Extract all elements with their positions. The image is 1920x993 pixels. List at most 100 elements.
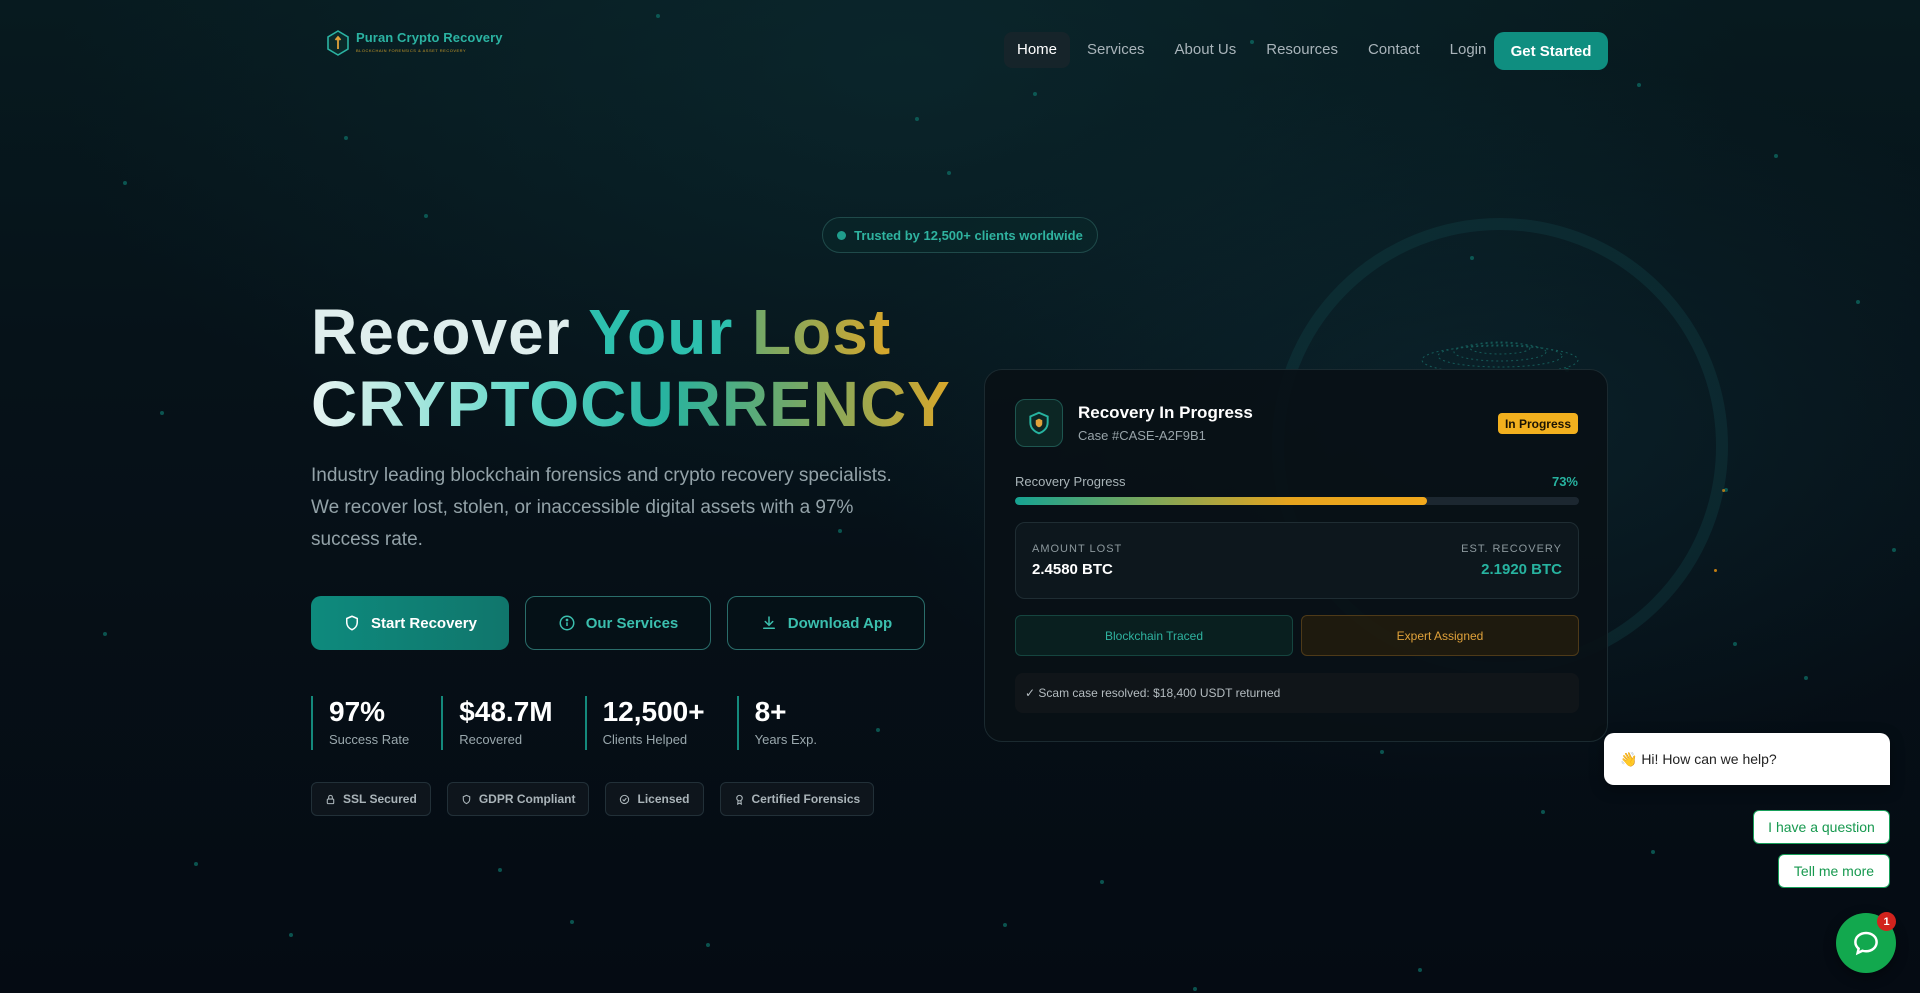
trust-badge: Trusted by 12,500+ clients worldwide bbox=[822, 217, 1098, 253]
step-label: Expert Assigned bbox=[1396, 628, 1484, 643]
background-particle bbox=[1733, 642, 1737, 646]
nav-resources[interactable]: Resources bbox=[1253, 32, 1351, 68]
background-particle bbox=[344, 136, 348, 140]
stats-row: 97% Success Rate $48.7M Recovered 12,500… bbox=[311, 696, 849, 750]
background-particle bbox=[570, 920, 574, 924]
stat-value: 8+ bbox=[754, 696, 787, 727]
step-label: Blockchain Traced bbox=[1104, 628, 1204, 643]
amounts-panel: AMOUNT LOST 2.4580 BTC EST. RECOVERY 2.1… bbox=[1015, 522, 1579, 599]
logo-hexagon-icon bbox=[327, 30, 349, 56]
background-particle bbox=[1193, 987, 1197, 991]
badge-gdpr-compliant: GDPR Compliant bbox=[446, 782, 590, 816]
trust-dot-icon bbox=[837, 230, 847, 240]
chat-greeting-bubble: 👋 Hi! How can we help? bbox=[1604, 733, 1890, 785]
hero-title-word-lost: Lost bbox=[752, 296, 892, 368]
hero-title: Recover Your Lost CRYPTOCURRENCY bbox=[311, 296, 951, 440]
est-recovery-value: 2.1920 BTC bbox=[1481, 561, 1562, 578]
background-particle bbox=[1774, 154, 1778, 158]
stat-value: $48.7M bbox=[459, 696, 553, 727]
badge-label: Licensed bbox=[637, 792, 690, 806]
background-particle bbox=[706, 943, 710, 947]
navbar: Puran Crypto Recovery BLOCKCHAIN FORENSI… bbox=[0, 0, 1920, 100]
background-particle-accent bbox=[1714, 569, 1717, 572]
main-menu: Home Services About Us Resources Contact… bbox=[1004, 32, 1503, 68]
hero-title-word-recover: Recover bbox=[311, 296, 571, 368]
chat-reply-tell-me-more[interactable]: Tell me more bbox=[1778, 854, 1890, 888]
badge-label: SSL Secured bbox=[343, 792, 417, 806]
chat-icon bbox=[1854, 931, 1878, 956]
check-circle-icon bbox=[620, 794, 630, 804]
stat-recovered: $48.7M Recovered bbox=[441, 696, 553, 750]
progress-value: 73% bbox=[1551, 474, 1578, 489]
hero-title-word-your: Your bbox=[588, 296, 734, 368]
badge-certified-forensics: Certified Forensics bbox=[719, 782, 875, 816]
shield-icon bbox=[462, 794, 471, 804]
background-particle bbox=[1541, 810, 1545, 814]
status-badge: In Progress bbox=[1497, 413, 1578, 434]
background-particle bbox=[1856, 300, 1860, 304]
nav-services[interactable]: Services bbox=[1074, 32, 1158, 68]
background-particle bbox=[498, 868, 502, 872]
progress-track bbox=[1015, 497, 1579, 505]
start-recovery-label: Start Recovery bbox=[371, 614, 477, 632]
background-particle bbox=[160, 411, 164, 415]
background-particle bbox=[194, 862, 198, 866]
amount-lost-value: 2.4580 BTC bbox=[1032, 561, 1113, 578]
nav-about-us[interactable]: About Us bbox=[1162, 32, 1250, 68]
amount-lost-label: AMOUNT LOST bbox=[1032, 543, 1123, 555]
background-particle bbox=[424, 214, 428, 218]
est-recovery-label: EST. RECOVERY bbox=[1461, 543, 1562, 555]
compliance-badges: SSL Secured GDPR Compliant Licensed Cert… bbox=[311, 782, 875, 816]
our-services-button[interactable]: Our Services bbox=[525, 596, 711, 650]
progress-label: Recovery Progress bbox=[1015, 474, 1126, 489]
progress-fill bbox=[1015, 497, 1427, 505]
stat-value: 97% bbox=[329, 696, 386, 727]
background-particle bbox=[1892, 548, 1896, 552]
get-started-button[interactable]: Get Started bbox=[1494, 32, 1608, 70]
hero-description: Industry leading blockchain forensics an… bbox=[311, 465, 892, 550]
recovery-status-card: Recovery In Progress Case #CASE-A2F9B1 I… bbox=[984, 369, 1608, 742]
stat-value: 12,500+ bbox=[602, 696, 705, 727]
card-title: Recovery In Progress bbox=[1078, 403, 1253, 422]
shield-icon bbox=[346, 615, 359, 631]
chat-reply-question[interactable]: I have a question bbox=[1753, 810, 1890, 844]
background-particle bbox=[123, 181, 127, 185]
stat-label: Success Rate bbox=[329, 732, 410, 747]
nav-login[interactable]: Login bbox=[1437, 32, 1500, 68]
chat-unread-badge: 1 bbox=[1877, 912, 1896, 931]
background-particle bbox=[103, 632, 107, 636]
badge-label: GDPR Compliant bbox=[478, 792, 576, 806]
start-recovery-button[interactable]: Start Recovery bbox=[311, 596, 509, 650]
badge-label: Certified Forensics bbox=[751, 792, 861, 806]
award-icon bbox=[735, 794, 743, 805]
stat-label: Recovered bbox=[459, 732, 523, 747]
background-particle bbox=[1804, 676, 1808, 680]
step-expert-assigned: Expert Assigned bbox=[1301, 615, 1579, 656]
resolved-case-note: ✓ Scam case resolved: $18,400 USDT retur… bbox=[1015, 673, 1579, 713]
stat-clients-helped: 12,500+ Clients Helped bbox=[584, 696, 705, 750]
hero-title-cryptocurrency: CRYPTOCURRENCY bbox=[311, 368, 951, 440]
download-app-button[interactable]: Download App bbox=[727, 596, 925, 650]
background-particle bbox=[1100, 880, 1104, 884]
stat-years-experience: 8+ Years Exp. bbox=[736, 696, 818, 750]
step-blockchain-traced: Blockchain Traced bbox=[1015, 615, 1293, 656]
background-particle bbox=[1003, 923, 1007, 927]
badge-licensed: Licensed bbox=[605, 782, 704, 816]
logo[interactable]: Puran Crypto Recovery BLOCKCHAIN FORENSI… bbox=[326, 30, 503, 56]
stat-label: Years Exp. bbox=[754, 732, 818, 747]
background-particle bbox=[947, 171, 951, 175]
background-particle bbox=[1380, 750, 1384, 754]
background-particle bbox=[1651, 850, 1655, 854]
nav-home[interactable]: Home bbox=[1004, 32, 1071, 68]
lock-icon bbox=[326, 794, 335, 804]
stat-label: Clients Helped bbox=[602, 732, 688, 747]
page: Puran Crypto Recovery BLOCKCHAIN FORENSI… bbox=[0, 0, 1920, 993]
background-particle bbox=[1418, 968, 1422, 972]
our-services-label: Our Services bbox=[585, 614, 679, 632]
nav-contact[interactable]: Contact bbox=[1355, 32, 1433, 68]
case-number: Case #CASE-A2F9B1 bbox=[1078, 428, 1206, 443]
download-app-label: Download App bbox=[787, 614, 893, 632]
background-particle bbox=[289, 933, 293, 937]
stat-success-rate: 97% Success Rate bbox=[311, 696, 409, 750]
background-particle bbox=[876, 728, 880, 732]
